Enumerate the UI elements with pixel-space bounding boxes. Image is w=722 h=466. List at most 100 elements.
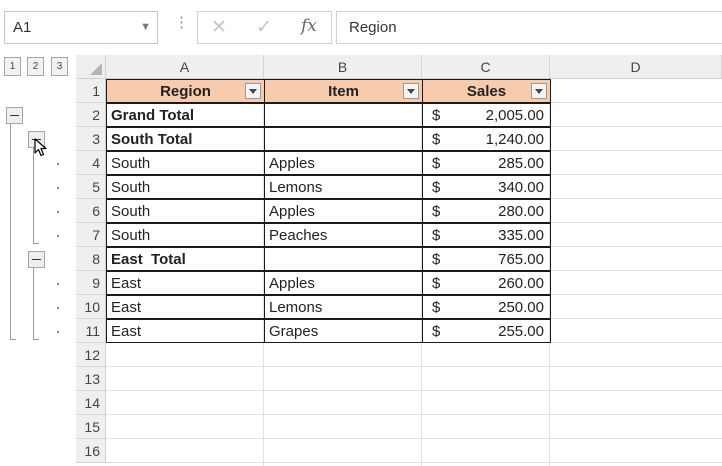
name-box[interactable]: A1 ▼ [4, 11, 158, 44]
cell-region[interactable]: South [106, 199, 265, 223]
cell-item-text: Grapes [269, 323, 319, 340]
currency-symbol: $ [432, 179, 441, 196]
cell-sales[interactable]: $335.00 [422, 223, 551, 247]
cell-item-text: Apples [269, 203, 315, 220]
row-header[interactable]: 10 [76, 295, 106, 319]
currency-symbol: $ [432, 203, 441, 220]
row-header[interactable]: 14 [76, 391, 106, 415]
cell-region-text: East [111, 275, 142, 292]
header-item[interactable]: Item [264, 79, 423, 103]
outline-bracket-level1 [10, 124, 11, 340]
cell-item[interactable]: Lemons [264, 295, 423, 319]
cell-region[interactable]: East [106, 271, 265, 295]
chevron-down-icon[interactable]: ▼ [140, 21, 151, 33]
collapse-icon[interactable] [28, 251, 45, 268]
cell-item-text: Apples [269, 155, 315, 172]
formula-text: Region [349, 19, 397, 36]
row-header[interactable]: 12 [76, 343, 106, 367]
outline-level-3-button[interactable]: 3 [51, 57, 68, 76]
column-header-d[interactable]: D [550, 55, 722, 79]
filter-dropdown-icon[interactable] [403, 83, 419, 99]
sales-value: 285.00 [498, 155, 544, 172]
header-sales[interactable]: Sales [422, 79, 551, 103]
function-icon[interactable]: fx [301, 16, 317, 36]
cell-region-text: South Total [111, 131, 193, 148]
cell-region[interactable]: East Total [106, 247, 265, 271]
cell-sales[interactable]: $255.00 [422, 319, 551, 343]
row-header[interactable]: 8 [76, 247, 106, 271]
cell-item[interactable] [264, 247, 423, 271]
currency-symbol: $ [432, 227, 441, 244]
outline-level-2-button[interactable]: 2 [27, 57, 44, 76]
cell-region-text: South [111, 203, 151, 220]
cell-region-text: Grand Total [111, 107, 195, 124]
row-header[interactable]: 7 [76, 223, 106, 247]
cell-region[interactable]: South [106, 175, 265, 199]
formula-buttons: ✕ ✓ fx [197, 11, 332, 44]
outline-detail-dot [57, 331, 59, 333]
cell-sales[interactable]: $765.00 [422, 247, 551, 271]
cell-item[interactable] [264, 103, 423, 127]
cell-item[interactable]: Grapes [264, 319, 423, 343]
cell-item[interactable]: Lemons [264, 175, 423, 199]
gridline-horizontal [106, 462, 722, 463]
row-header[interactable]: 1 [76, 79, 106, 103]
cell-sales[interactable]: $250.00 [422, 295, 551, 319]
currency-symbol: $ [432, 275, 441, 292]
row-header[interactable]: 6 [76, 199, 106, 223]
cell-item-text: Peaches [269, 227, 328, 244]
sales-value: 340.00 [498, 179, 544, 196]
cell-region[interactable]: South Total [106, 127, 265, 151]
row-header[interactable]: 9 [76, 271, 106, 295]
row-header[interactable]: 13 [76, 367, 106, 391]
cell-region[interactable]: Grand Total [106, 103, 265, 127]
cell-item[interactable]: Peaches [264, 223, 423, 247]
row-header[interactable]: 11 [76, 319, 106, 343]
cell-sales[interactable]: $260.00 [422, 271, 551, 295]
cell-item-text: Lemons [269, 299, 323, 316]
outline-level-1-button[interactable]: 1 [4, 57, 21, 76]
cell-item-text: Lemons [269, 179, 323, 196]
row-header[interactable]: 5 [76, 175, 106, 199]
cell-item-text: Apples [269, 275, 315, 292]
cell-region[interactable]: East [106, 319, 265, 343]
row-header[interactable]: 15 [76, 415, 106, 439]
cell-sales[interactable]: $1,240.00 [422, 127, 551, 151]
cancel-icon[interactable]: ✕ [211, 16, 227, 39]
cell-sales[interactable]: $340.00 [422, 175, 551, 199]
row-header[interactable]: 16 [76, 439, 106, 463]
filter-dropdown-icon[interactable] [531, 83, 547, 99]
outline-bracket-end [33, 339, 39, 340]
enter-icon[interactable]: ✓ [256, 16, 272, 39]
cell-sales[interactable]: $280.00 [422, 199, 551, 223]
row-header[interactable]: 4 [76, 151, 106, 175]
cell-region-text: South [111, 179, 151, 196]
row-header[interactable]: 2 [76, 103, 106, 127]
cell-item[interactable]: Apples [264, 271, 423, 295]
cell-sales[interactable]: $2,005.00 [422, 103, 551, 127]
mouse-cursor-icon [34, 138, 47, 157]
cell-region[interactable]: South [106, 151, 265, 175]
sales-value: 250.00 [498, 299, 544, 316]
select-all-button[interactable] [76, 55, 106, 79]
cell-item[interactable]: Apples [264, 151, 423, 175]
cell-item[interactable] [264, 127, 423, 151]
cell-item[interactable]: Apples [264, 199, 423, 223]
cell-region[interactable]: South [106, 223, 265, 247]
sales-value: 1,240.00 [485, 131, 544, 148]
outline-detail-dot [57, 211, 59, 213]
column-header-c[interactable]: C [422, 55, 550, 79]
filter-dropdown-icon[interactable] [245, 83, 261, 99]
collapse-icon[interactable] [6, 107, 23, 124]
column-header-a[interactable]: A [106, 55, 264, 79]
row-header[interactable]: 3 [76, 127, 106, 151]
cell-region[interactable]: East [106, 295, 265, 319]
outline-detail-dot [57, 307, 59, 309]
column-header-b[interactable]: B [264, 55, 422, 79]
cell-sales[interactable]: $285.00 [422, 151, 551, 175]
cell-region-text: East [111, 323, 142, 340]
currency-symbol: $ [432, 299, 441, 316]
header-region[interactable]: Region [106, 79, 265, 103]
sales-value: 335.00 [498, 227, 544, 244]
formula-input[interactable]: Region [336, 11, 722, 44]
